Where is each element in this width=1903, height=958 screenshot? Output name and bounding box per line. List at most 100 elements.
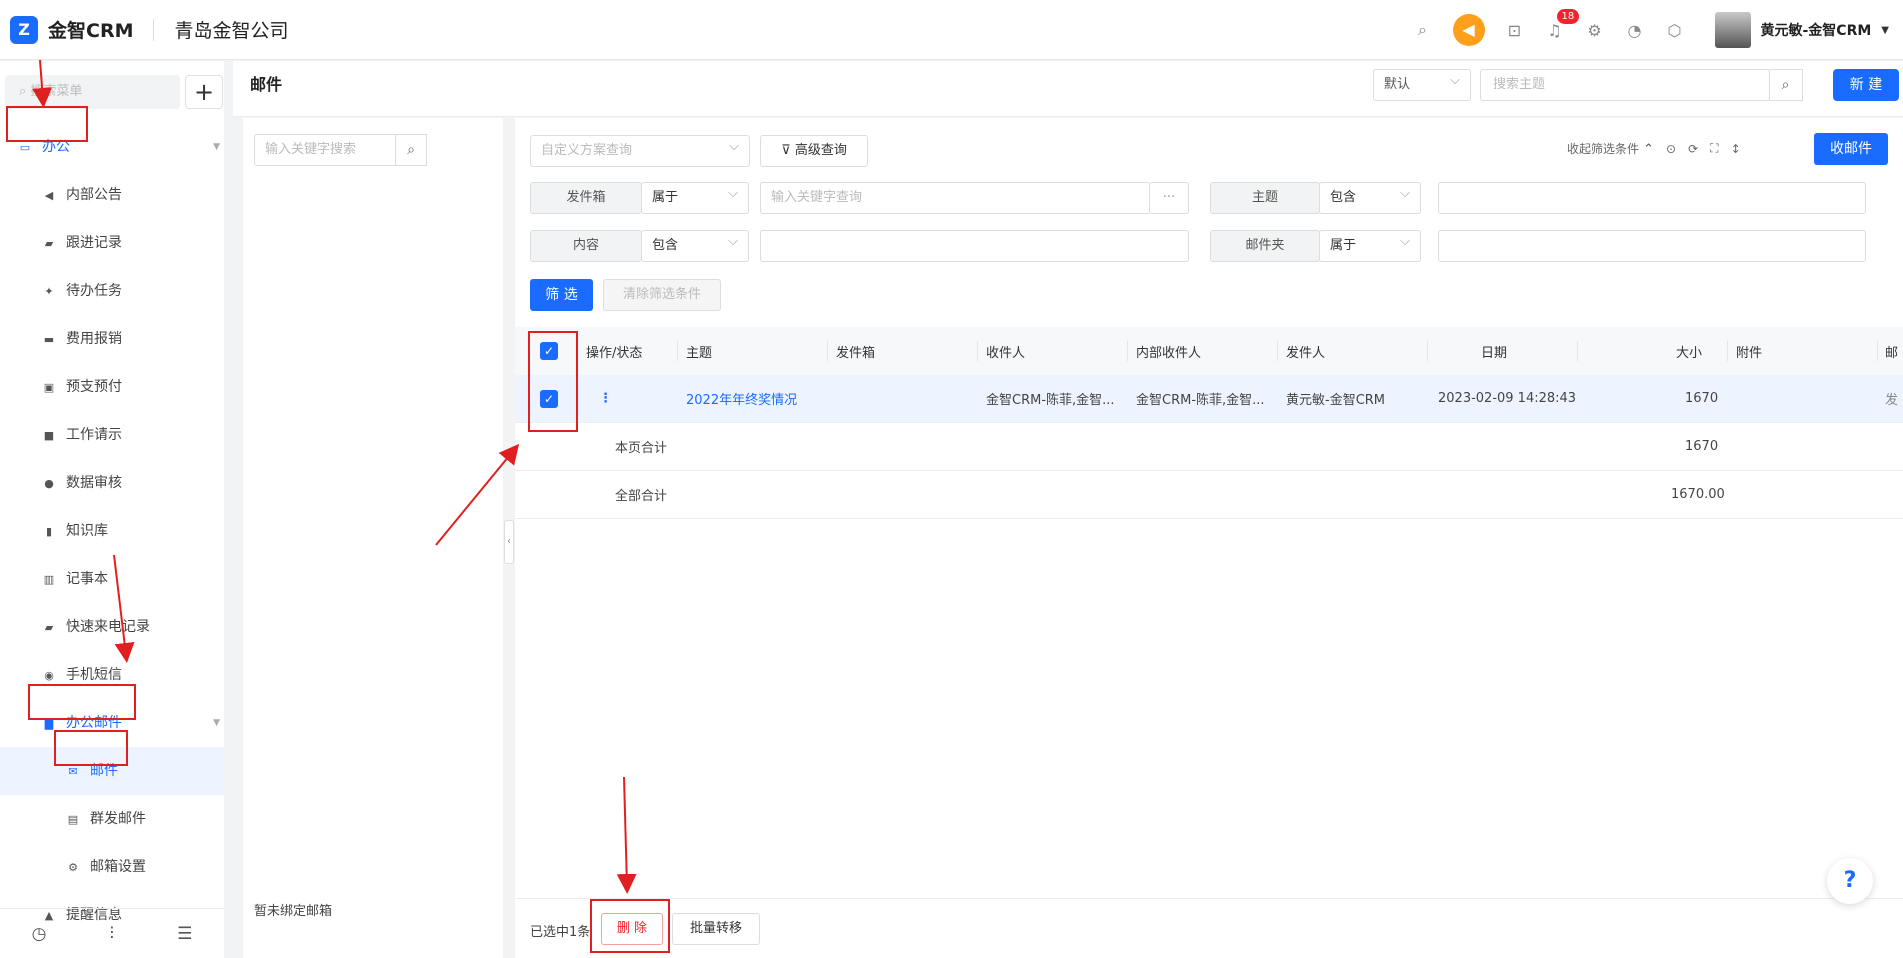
sidebar-item[interactable]: ◀ 内部公告: [0, 171, 224, 219]
chevron-down-icon: ▼: [213, 142, 220, 152]
history-icon[interactable]: ◷: [32, 924, 47, 944]
refresh-icon[interactable]: ⟳: [1688, 142, 1698, 156]
filter-label: 发件箱: [530, 182, 642, 214]
delete-button[interactable]: 删 除: [601, 913, 663, 945]
subject-filter-input[interactable]: [1438, 182, 1866, 214]
page-title: 邮件: [250, 75, 283, 94]
view-select[interactable]: 默认: [1373, 66, 1471, 101]
search-icon[interactable]: ⌕: [395, 134, 427, 166]
edit-icon: ▰: [44, 237, 54, 250]
search-icon[interactable]: ⌕: [1769, 69, 1803, 101]
monitor-icon: ▭: [19, 141, 31, 154]
grand-total-value: 1670.00: [1671, 487, 1725, 502]
collapse-filter-button[interactable]: 收起筛选条件 ⌃: [1555, 140, 1654, 157]
inbox-icon[interactable]: ⊡: [1495, 21, 1535, 40]
grand-total-label: 全部合计: [615, 489, 668, 504]
scheme-select[interactable]: 自定义方案查询: [530, 132, 750, 167]
sidebar-item[interactable]: ▰ 跟进记录: [0, 219, 224, 267]
collapse-menu-icon[interactable]: ☰: [177, 924, 192, 944]
outbox-keyword-input[interactable]: 输入关键字查询: [760, 182, 1150, 214]
book-icon: ▮: [45, 525, 53, 538]
subject-search-input[interactable]: 搜索主题: [1480, 69, 1770, 101]
chevron-down-icon: ▼: [1881, 24, 1889, 36]
advanced-search-button[interactable]: ⊽ 高级查询: [760, 135, 868, 167]
sidebar-item[interactable]: ◉ 手机短信: [0, 651, 224, 699]
help-button[interactable]: ?: [1827, 858, 1873, 904]
column-header[interactable]: 邮: [1885, 342, 1898, 361]
sidebar-item[interactable]: ▬ 费用报销: [0, 315, 224, 363]
top-bar: Z 金智CRM 青岛金智公司 ⌕ ◀ ⊡ ♫ 18 ⚙ ◔ ⬡ 黄元敏-金智CRM…: [0, 0, 1903, 60]
search-icon[interactable]: ⌕: [1403, 20, 1443, 40]
sidebar-group-mail[interactable]: ▆ 办公邮件 ▼: [0, 699, 224, 747]
table-row[interactable]: ✓ ⋮ 2022年年终奖情况 金智CRM-陈菲,金智... 金智CRM-陈菲,金…: [515, 375, 1903, 423]
logo[interactable]: Z 金智CRM: [10, 15, 133, 44]
empty-mailbox-text: 暂未绑定邮箱: [254, 904, 333, 919]
folder-filter-input[interactable]: [1438, 230, 1866, 262]
gear-icon: ⚙: [68, 861, 78, 874]
sidebar-item-mail-settings[interactable]: ⚙ 邮箱设置: [0, 843, 224, 891]
announcement-icon[interactable]: ◀: [1452, 14, 1485, 46]
sort-icon[interactable]: ↕: [1731, 142, 1741, 156]
cube-icon[interactable]: ⬡: [1655, 21, 1695, 40]
sidebar-item-mail[interactable]: ✉ 邮件: [0, 747, 224, 795]
keyword-search-input[interactable]: 输入关键字搜索: [254, 134, 396, 166]
column-header[interactable]: 内部收件人: [1136, 342, 1201, 361]
column-header[interactable]: 大小: [1676, 342, 1702, 361]
company-name: 青岛金智公司: [174, 20, 289, 42]
collapse-panel-handle[interactable]: ‹: [504, 520, 514, 564]
select-all-checkbox[interactable]: ✓: [540, 342, 558, 360]
mail-subject-link[interactable]: 2022年年终奖情况: [686, 389, 797, 408]
filter-button[interactable]: 筛 选: [530, 279, 593, 311]
clear-filter-button[interactable]: 清除筛选条件: [603, 279, 721, 311]
message-icon: ■: [43, 429, 55, 442]
page-total-label: 本页合计: [615, 441, 668, 456]
column-header[interactable]: 收件人: [986, 342, 1025, 361]
fullscreen-icon[interactable]: ⛶: [1710, 141, 1718, 156]
play-icon[interactable]: ⊙: [1666, 142, 1676, 156]
sidebar-item-bulk-mail[interactable]: ▤ 群发邮件: [0, 795, 224, 843]
column-header[interactable]: 发件箱: [836, 342, 875, 361]
column-header[interactable]: 主题: [686, 342, 712, 361]
menu-search-input[interactable]: ⌕ 搜索菜单: [5, 75, 180, 109]
column-header[interactable]: 附件: [1736, 342, 1762, 361]
bell-icon[interactable]: ♫ 18: [1535, 8, 1580, 40]
user-icon: ●: [44, 477, 54, 490]
mailbox-panel: 输入关键字搜索 ⌕ 暂未绑定邮箱: [243, 118, 503, 958]
filter-label: 主题: [1210, 182, 1320, 214]
gear-icon[interactable]: ⚙: [1575, 21, 1615, 40]
column-header[interactable]: 日期: [1481, 342, 1507, 361]
sidebar-item[interactable]: ▰ 快速来电记录: [0, 603, 224, 651]
sliders-icon[interactable]: ⫶: [110, 924, 114, 944]
sidebar-item[interactable]: ■ 工作请示: [0, 411, 224, 459]
filter-operator-select[interactable]: 包含: [641, 227, 749, 262]
user-menu[interactable]: 黄元敏-金智CRM ▼: [1714, 12, 1889, 48]
filter-operator-select[interactable]: 属于: [641, 179, 749, 214]
sidebar-item[interactable]: ▥ 记事本: [0, 555, 224, 603]
column-header[interactable]: 操作/状态: [586, 342, 642, 361]
receive-mail-button[interactable]: 收邮件: [1814, 133, 1888, 165]
table-footer: 已选中1条 删 除 批量转移: [515, 898, 1903, 958]
row-checkbox[interactable]: ✓: [540, 390, 558, 408]
content-filter-input[interactable]: [760, 230, 1189, 262]
mail-table: ✓ 操作/状态 主题 发件箱 收件人 内部收件人 发件人 日期 大小 附件 邮 …: [515, 327, 1903, 519]
sidebar-item[interactable]: ▣ 预支预付: [0, 363, 224, 411]
sidebar-item[interactable]: ● 数据审核: [0, 459, 224, 507]
date-cell: 2023-02-09 14:28:43: [1438, 391, 1577, 406]
add-button[interactable]: +: [185, 75, 223, 109]
sidebar-bottom-bar: ◷ ⫶ ☰: [0, 908, 224, 958]
new-button[interactable]: 新 建: [1833, 69, 1899, 101]
row-actions-icon[interactable]: ⋮: [599, 391, 612, 406]
chevron-down-icon: ▼: [213, 718, 220, 728]
sms-icon: ◉: [44, 669, 54, 682]
batch-move-button[interactable]: 批量转移: [672, 913, 760, 945]
size-cell: 1670: [1685, 391, 1719, 406]
pie-chart-icon[interactable]: ◔: [1615, 21, 1655, 40]
more-button[interactable]: ···: [1149, 182, 1189, 214]
filter-operator-select[interactable]: 包含: [1319, 179, 1421, 214]
sidebar-group-office[interactable]: ▭ 办公 ▼: [0, 123, 224, 171]
column-header[interactable]: 发件人: [1286, 342, 1325, 361]
filter-operator-select[interactable]: 属于: [1319, 227, 1421, 262]
sidebar-item[interactable]: ▮ 知识库: [0, 507, 224, 555]
sidebar-item[interactable]: ✦ 待办任务: [0, 267, 224, 315]
filter-label: 邮件夹: [1210, 230, 1320, 262]
